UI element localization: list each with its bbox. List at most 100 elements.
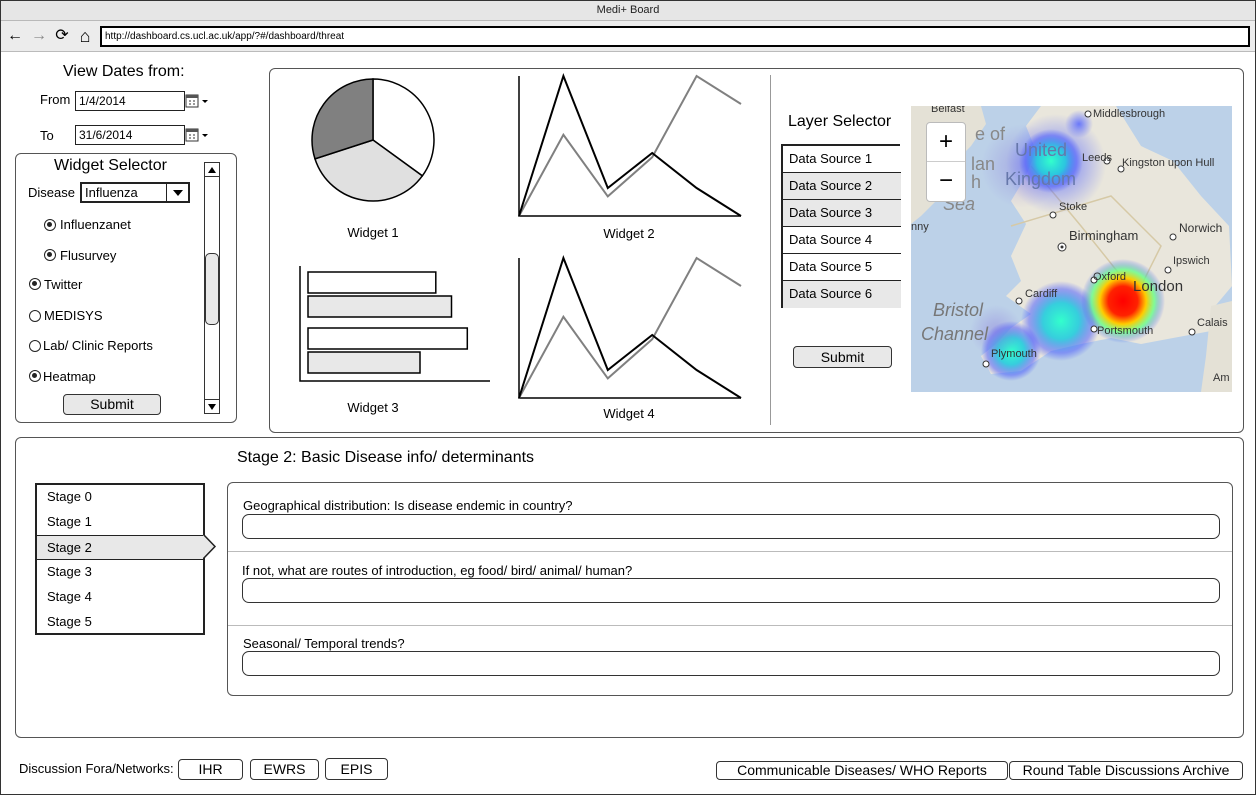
widget-3-bar-chart[interactable]: [295, 262, 490, 387]
chevron-down-icon: [166, 184, 188, 201]
data-source-6[interactable]: Data Source 6: [783, 281, 901, 308]
widget-4-caption: Widget 4: [603, 406, 655, 421]
view-dates-heading: View Dates from:: [63, 63, 185, 80]
bar-0-0: [307, 271, 437, 294]
to-label: To: [40, 128, 54, 143]
panel-divider: [770, 75, 771, 425]
map-label-london: London: [1133, 278, 1184, 295]
map-label-middlesbrough: Middlesbrough: [1093, 108, 1166, 120]
disease-select-value: Influenza: [85, 185, 138, 200]
data-source-2[interactable]: Data Source 2: [783, 173, 901, 200]
map-label-united: United: [1015, 140, 1068, 160]
map-label-stoke: Stoke: [1059, 201, 1088, 213]
map-label-birmingham: Birmingham: [1069, 228, 1139, 243]
zoom-out-icon[interactable]: −: [927, 162, 965, 201]
stage-title: Stage 2: Basic Disease info/ determinant…: [237, 449, 535, 466]
calendar-icon-graphic: [185, 128, 208, 142]
layer-submit-button[interactable]: Submit: [793, 346, 892, 368]
window-title: Medi+ Board: [1, 1, 1255, 21]
map-label-ipswich: Ipswich: [1173, 255, 1210, 267]
reload-icon[interactable]: ⟳: [53, 26, 71, 46]
disease-select[interactable]: Influenza: [80, 182, 190, 203]
calendar-icon-graphic: [185, 94, 208, 108]
disease-label: Disease: [28, 185, 75, 200]
ihr-button[interactable]: IHR: [178, 759, 243, 780]
widget-submit-button[interactable]: Submit: [63, 394, 161, 415]
stage-list: Stage 0 Stage 1 Stage 2 Stage 3 Stage 4 …: [35, 483, 205, 635]
question-2-input[interactable]: [242, 578, 1220, 603]
widget-4-line-chart[interactable]: [515, 254, 747, 404]
who-reports-button[interactable]: Communicable Diseases/ WHO Reports: [716, 761, 1008, 780]
discussion-fora-label: Discussion Fora/Networks:: [19, 761, 174, 776]
question-1-input[interactable]: [242, 514, 1220, 539]
map-label-plymouth: Plymouth: [991, 348, 1037, 360]
question-3-input[interactable]: [242, 651, 1220, 676]
calendar-icon[interactable]: [183, 125, 209, 145]
option-label-flusurvey: Flusurvey: [60, 248, 117, 263]
data-source-3[interactable]: Data Source 3: [783, 200, 901, 227]
data-source-4[interactable]: Data Source 4: [783, 227, 901, 254]
data-source-5[interactable]: Data Source 5: [783, 254, 901, 281]
radio-medisys[interactable]: [29, 310, 41, 322]
url-bar[interactable]: http://dashboard.cs.ucl.ac.uk/app/?#/das…: [100, 26, 1250, 47]
map-label-belfast: Belfast: [931, 106, 965, 115]
option-label-lab-clinic-reports: Lab/ Clinic Reports: [43, 338, 153, 353]
map-label-cardiff: Cardiff: [1025, 288, 1058, 300]
bar-0-1: [307, 295, 453, 318]
stage-item-5[interactable]: Stage 5: [37, 610, 203, 635]
stage-item-4[interactable]: Stage 4: [37, 585, 203, 610]
widget-1-pie-chart[interactable]: [300, 78, 450, 208]
widget-1-caption: Widget 1: [347, 225, 399, 240]
widget-selector-scrollbar[interactable]: [204, 162, 220, 414]
home-icon[interactable]: ⌂: [76, 26, 94, 46]
round-table-archive-button[interactable]: Round Table Discussions Archive: [1009, 761, 1243, 780]
layer-selector-title: Layer Selector: [788, 113, 892, 130]
widget-selector-title: Widget Selector: [54, 157, 167, 174]
data-source-1[interactable]: Data Source 1: [783, 146, 901, 173]
to-date-input[interactable]: 31/6/2014: [75, 125, 185, 145]
map-label-leeds: Leeds: [1082, 152, 1112, 164]
radio-influenzanet[interactable]: [44, 219, 56, 231]
map-label-kingston: Kingston upon Hull: [1122, 157, 1215, 169]
option-label-twitter: Twitter: [44, 277, 83, 292]
question-divider: [228, 625, 1232, 626]
ewrs-button[interactable]: EWRS: [250, 759, 319, 780]
question-2-label: If not, what are routes of introduction,…: [242, 563, 633, 578]
stage-item-1[interactable]: Stage 1: [37, 510, 203, 535]
zoom-in-icon[interactable]: +: [927, 123, 965, 162]
data-source-list: Data Source 1 Data Source 2 Data Source …: [781, 144, 901, 308]
stage-item-0[interactable]: Stage 0: [37, 485, 203, 510]
radio-flusurvey[interactable]: [44, 249, 56, 261]
calendar-icon[interactable]: [183, 91, 209, 111]
widget-2-line-chart[interactable]: [515, 72, 747, 222]
epis-button[interactable]: EPIS: [325, 758, 388, 780]
scroll-up-icon[interactable]: [205, 163, 219, 177]
map-label-h: h: [971, 172, 982, 192]
question-1-label: Geographical distribution: Is disease en…: [243, 498, 573, 513]
active-stage-pointer: [203, 533, 217, 560]
widget-2-caption: Widget 2: [603, 226, 655, 241]
heatmap-map[interactable]: Belfast Middlesbrough e of United Kingdo…: [911, 106, 1232, 392]
map-label-oxford: Oxford: [1093, 271, 1127, 283]
from-label: From: [40, 92, 71, 107]
stage-item-2-active[interactable]: Stage 2: [37, 535, 203, 560]
back-arrow-icon[interactable]: ←: [6, 26, 24, 46]
map-label-kingdom: Kingdom: [1005, 169, 1077, 189]
series-line-0: [518, 73, 742, 217]
forward-arrow-icon[interactable]: →: [30, 26, 48, 46]
radio-heatmap[interactable]: [29, 370, 41, 382]
radio-lab-clinic-reports[interactable]: [29, 340, 41, 352]
option-label-influenzanet: Influenzanet: [60, 217, 131, 232]
map-label-channel: Channel: [921, 324, 989, 344]
widget-3-caption: Widget 3: [347, 400, 399, 415]
bar-1-1: [307, 351, 421, 374]
browser-toolbar: ← → ⟳ ⌂ http://dashboard.cs.ucl.ac.uk/ap…: [1, 21, 1255, 52]
scroll-down-icon[interactable]: [205, 399, 219, 413]
from-date-input[interactable]: 1/4/2014: [75, 91, 185, 111]
stage-item-3[interactable]: Stage 3: [37, 560, 203, 585]
map-label-nny: nny: [911, 221, 929, 233]
scroll-thumb[interactable]: [205, 253, 219, 325]
map-label-norwich: Norwich: [1179, 221, 1223, 235]
radio-twitter[interactable]: [29, 278, 41, 290]
question-divider: [228, 551, 1232, 552]
